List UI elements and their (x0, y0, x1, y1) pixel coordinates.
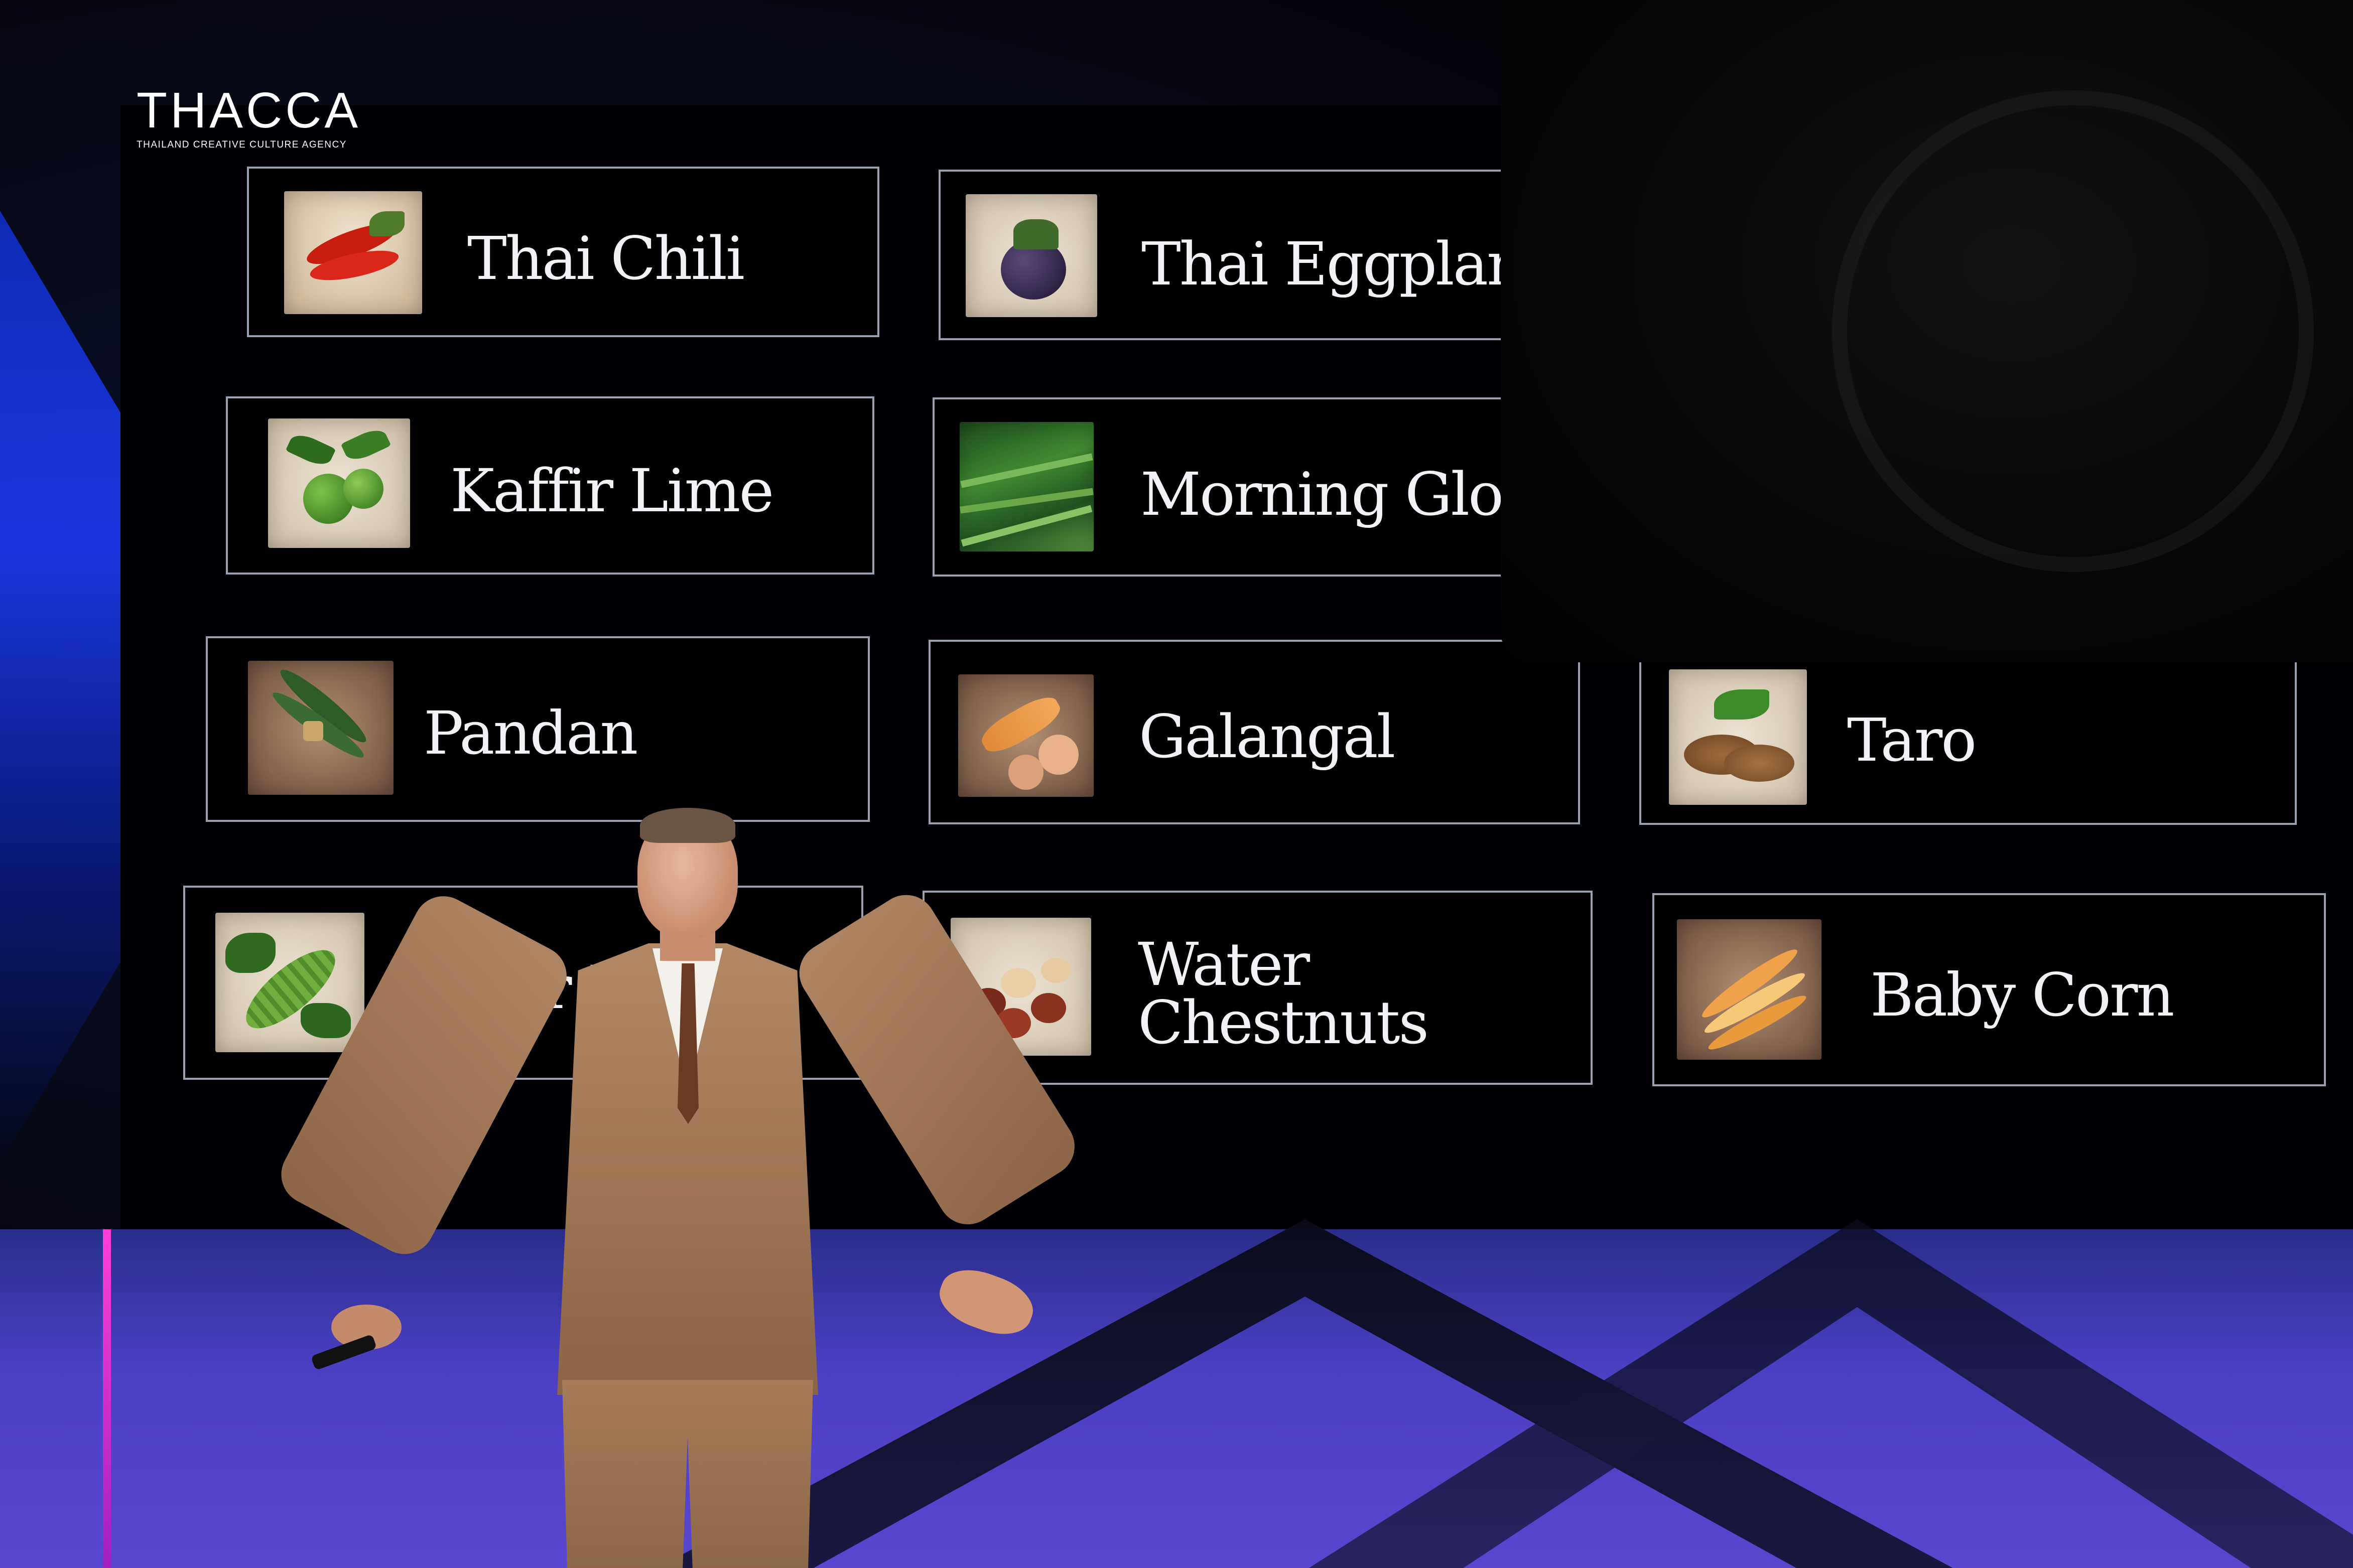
card-label: Morning Glory (1140, 460, 1562, 529)
ingredient-card-morning-glory: Morning Glory (933, 397, 1573, 577)
ingredient-card-kaffir-lime: Kaffir Lime (226, 396, 874, 575)
pink-stage-edge-light (103, 1229, 111, 1568)
card-label-water-chestnuts: Water Chestnuts (1138, 930, 1429, 1057)
card-label: Taro (1847, 705, 1977, 775)
chili-peppers-icon (284, 191, 422, 314)
presenter-hair (640, 808, 735, 843)
ingredient-card-baby-corn: Baby Corn (1652, 893, 2326, 1086)
ingredient-card-taro: Taro (1639, 638, 2297, 825)
card-label: Pandan (424, 698, 638, 768)
presenter (271, 808, 1086, 1568)
presenter-right-arm (788, 884, 1086, 1236)
card-label: Galangal (1139, 702, 1395, 771)
pandan-leaves-icon (248, 661, 394, 795)
baby-corn-icon (1677, 919, 1821, 1060)
card-label-line-1: Water (1138, 930, 1310, 999)
kaffir-lime-icon (268, 418, 410, 548)
ingredient-card-pandan: Pandan (206, 636, 870, 822)
galangal-root-icon (958, 674, 1094, 797)
presenter-right-hand (932, 1259, 1041, 1345)
ingredient-card-galangal: Galangal (929, 640, 1580, 824)
blurred-foreground-object (1832, 90, 2314, 572)
stage-photo: Thai Chili Thai Eggplant Kaffir Lime Mor… (0, 0, 2353, 1568)
eggplant-icon (966, 194, 1097, 317)
card-label-line-2: Chestnuts (1138, 988, 1429, 1057)
taro-root-icon (1669, 669, 1807, 805)
card-label: Kaffir Lime (450, 456, 774, 525)
presenter-trousers (562, 1380, 813, 1568)
ingredient-card-thai-eggplant: Thai Eggplant (939, 170, 1576, 340)
logo-tagline: THAILAND CREATIVE CULTURE AGENCY (137, 139, 347, 150)
card-label: Thai Chili (467, 224, 745, 293)
logo-wordmark: THACCA (137, 82, 361, 138)
thacca-logo: THACCA THAILAND CREATIVE CULTURE AGENCY (137, 85, 361, 151)
card-label: Baby Corn (1870, 960, 2175, 1030)
ingredient-card-thai-chili: Thai Chili (247, 167, 879, 337)
card-label: Thai Eggplant (1141, 229, 1547, 299)
morning-glory-icon (960, 422, 1094, 551)
